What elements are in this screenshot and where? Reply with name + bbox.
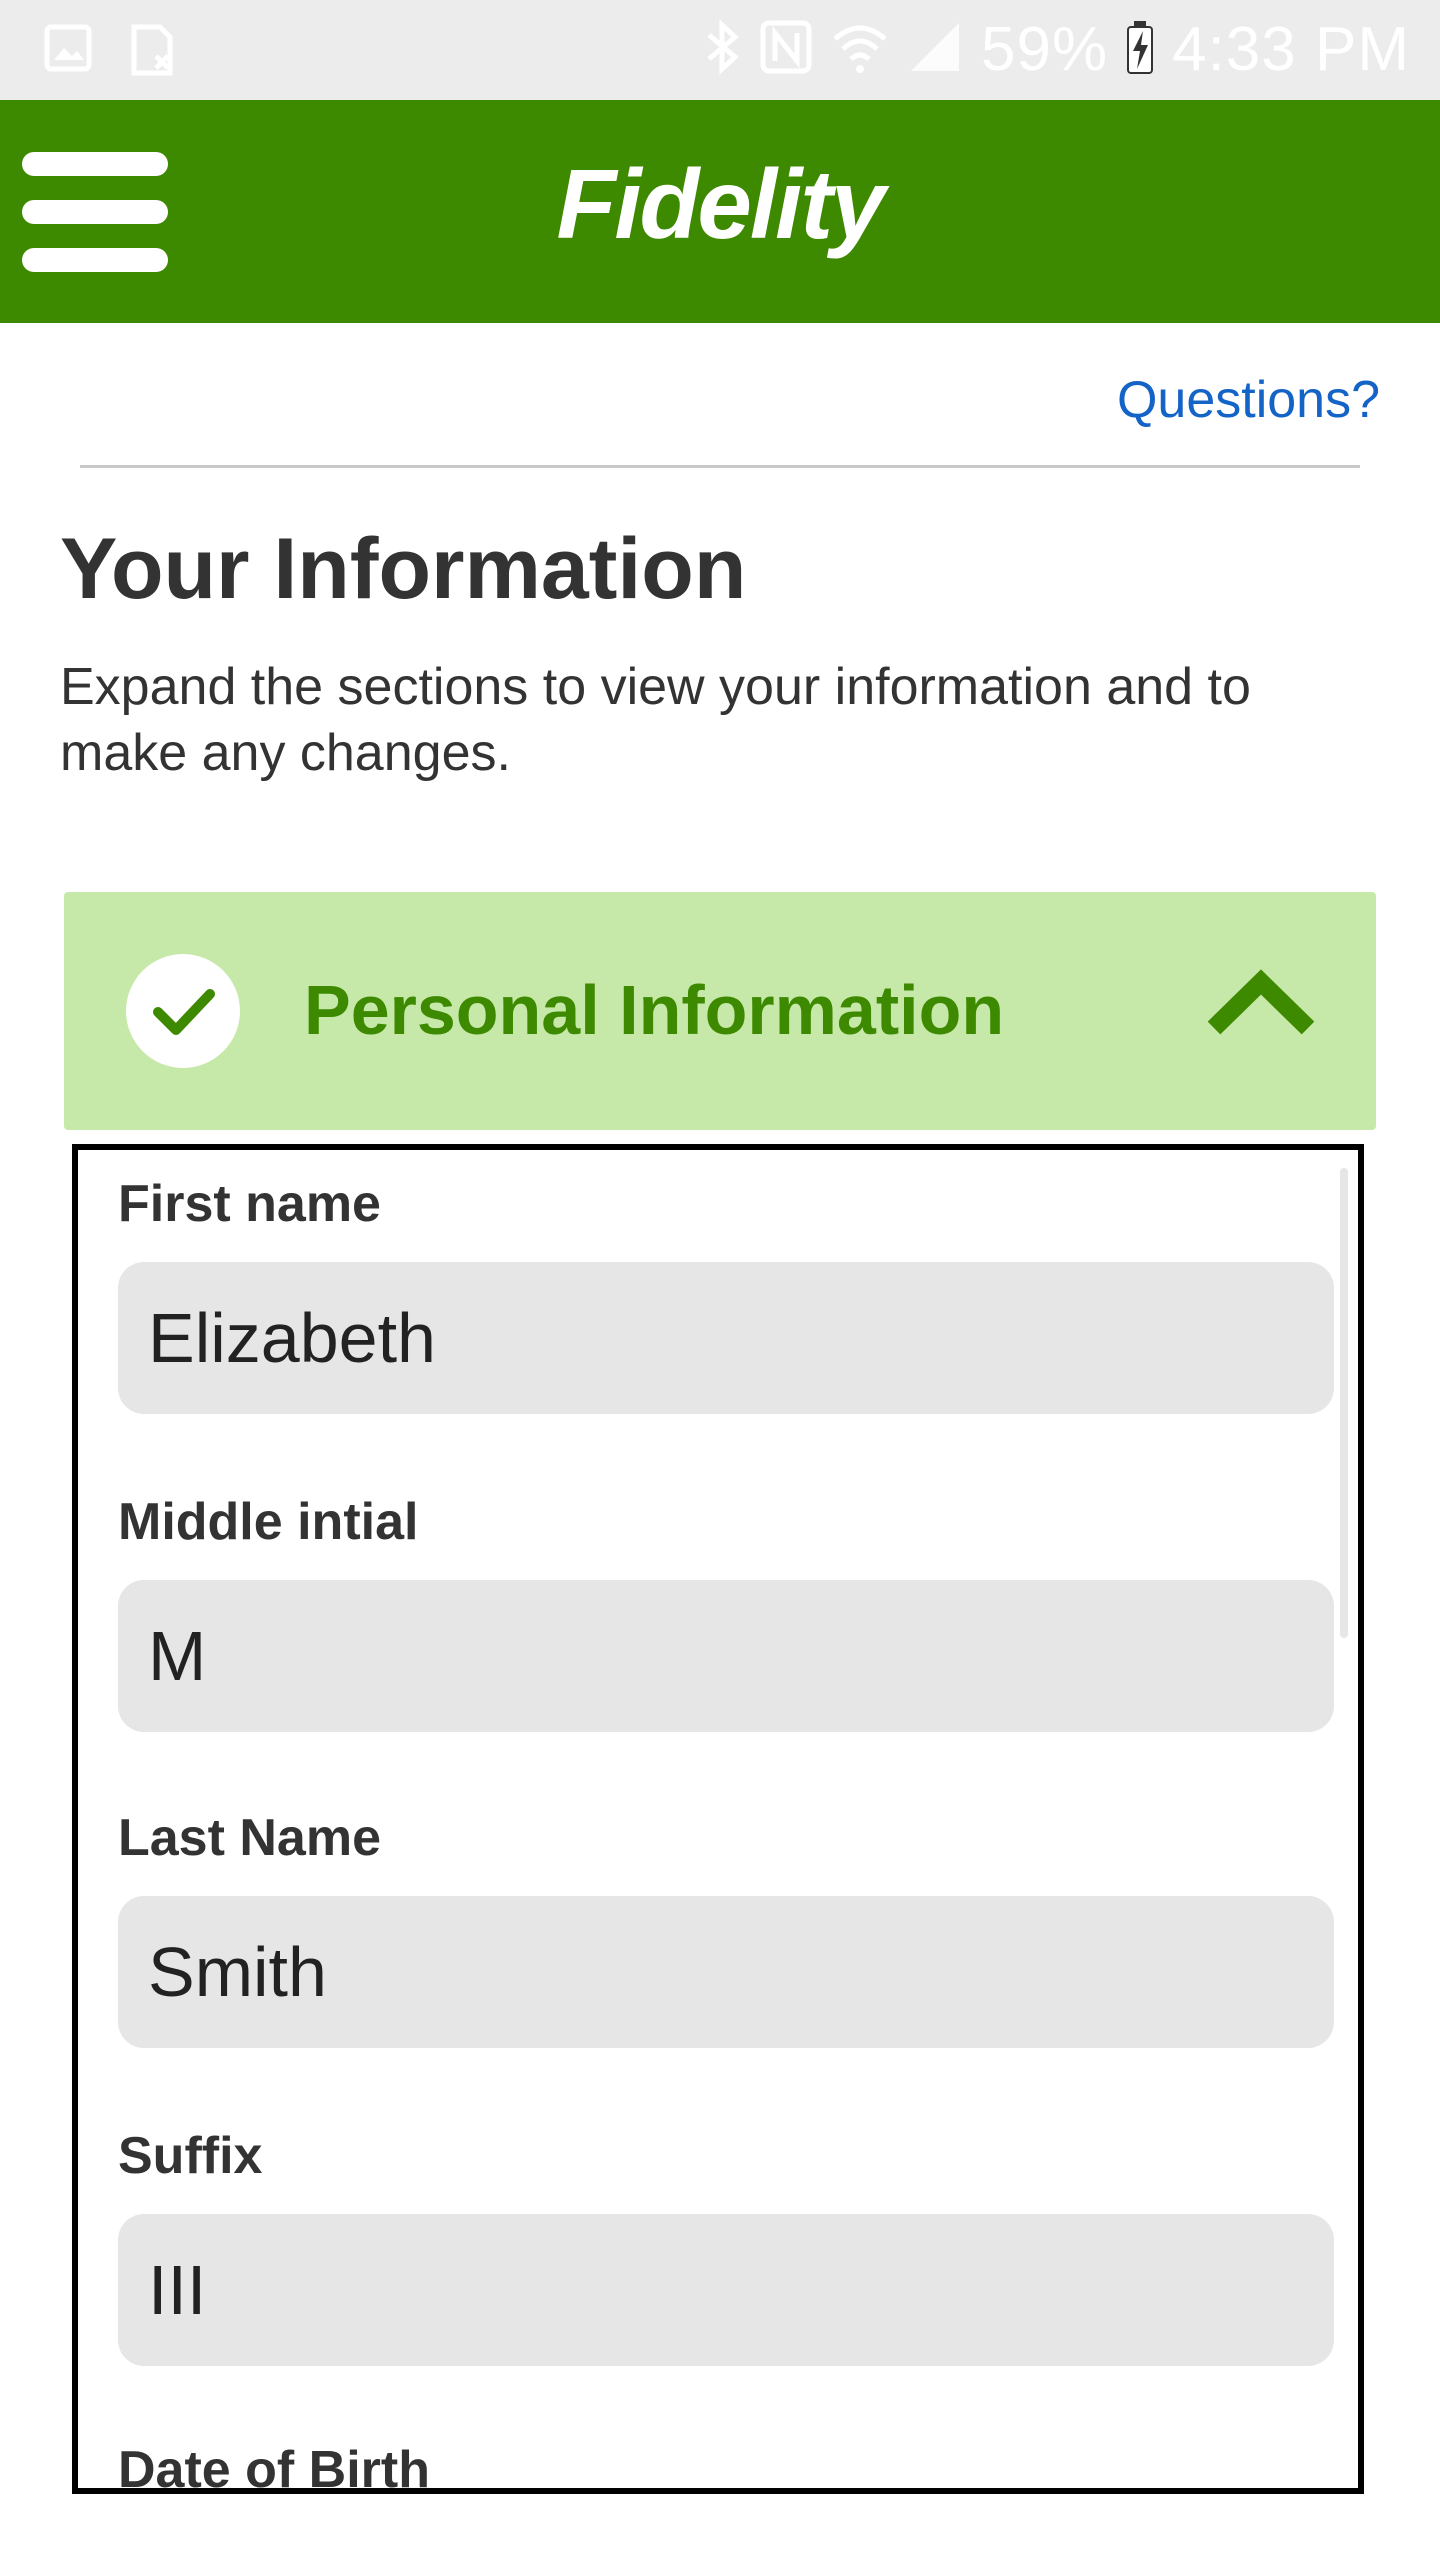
gallery-notification-icon: [44, 24, 92, 81]
last-name-label: Last Name: [118, 1809, 381, 1867]
personal-information-form: First name Middle intial Last Name Suffi…: [72, 1144, 1364, 2494]
last-name-input[interactable]: [118, 1896, 1334, 2048]
date-of-birth-label: Date of Birth: [118, 2441, 430, 2494]
suffix-label: Suffix: [118, 2127, 263, 2185]
suffix-input[interactable]: [118, 2214, 1334, 2366]
scrollbar[interactable]: [1340, 1168, 1348, 1638]
nfc-icon: [759, 19, 813, 80]
signal-icon: [907, 19, 963, 80]
personal-information-section-header[interactable]: Personal Information: [64, 892, 1376, 1130]
battery-percent: 59%: [981, 15, 1109, 84]
middle-initial-label: Middle intial: [118, 1493, 419, 1551]
first-name-input[interactable]: [118, 1262, 1334, 1414]
wifi-icon: [831, 19, 889, 80]
chevron-up-icon[interactable]: [1206, 964, 1316, 1044]
page-description: Expand the sections to view your informa…: [60, 658, 1251, 782]
app-header: Fidelity: [0, 100, 1440, 323]
middle-initial-input[interactable]: [118, 1580, 1334, 1732]
questions-link[interactable]: Questions?: [1117, 370, 1380, 430]
status-bar: 59% 4:33 PM: [0, 0, 1440, 100]
check-circle-icon: [126, 954, 240, 1068]
section-title: Personal Information: [304, 971, 1005, 1049]
status-time: 4:33 PM: [1172, 15, 1410, 84]
page: 59% 4:33 PM Fidelity Questions? Your Inf…: [0, 0, 1440, 2560]
fidelity-logo: Fidelity: [556, 149, 885, 259]
divider: [80, 465, 1360, 468]
sim-card-icon: [128, 24, 176, 81]
page-title: Your Information: [60, 521, 747, 617]
bluetooth-icon: [705, 19, 741, 80]
battery-charging-icon: [1126, 19, 1154, 80]
first-name-label: First name: [118, 1175, 381, 1233]
